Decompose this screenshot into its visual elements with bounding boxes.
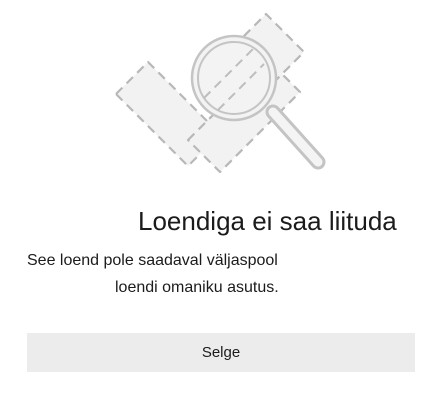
dashed-list-with-magnifier-icon (114, 12, 326, 174)
dialog-message-line-2: loendi omaniku asutus. (115, 279, 279, 296)
ok-button[interactable]: Selge (27, 333, 415, 372)
dialog-message-line-1: See loend pole saadaval väljaspool (27, 252, 278, 269)
dialog-title: Loendiga ei saa liituda (138, 206, 397, 236)
